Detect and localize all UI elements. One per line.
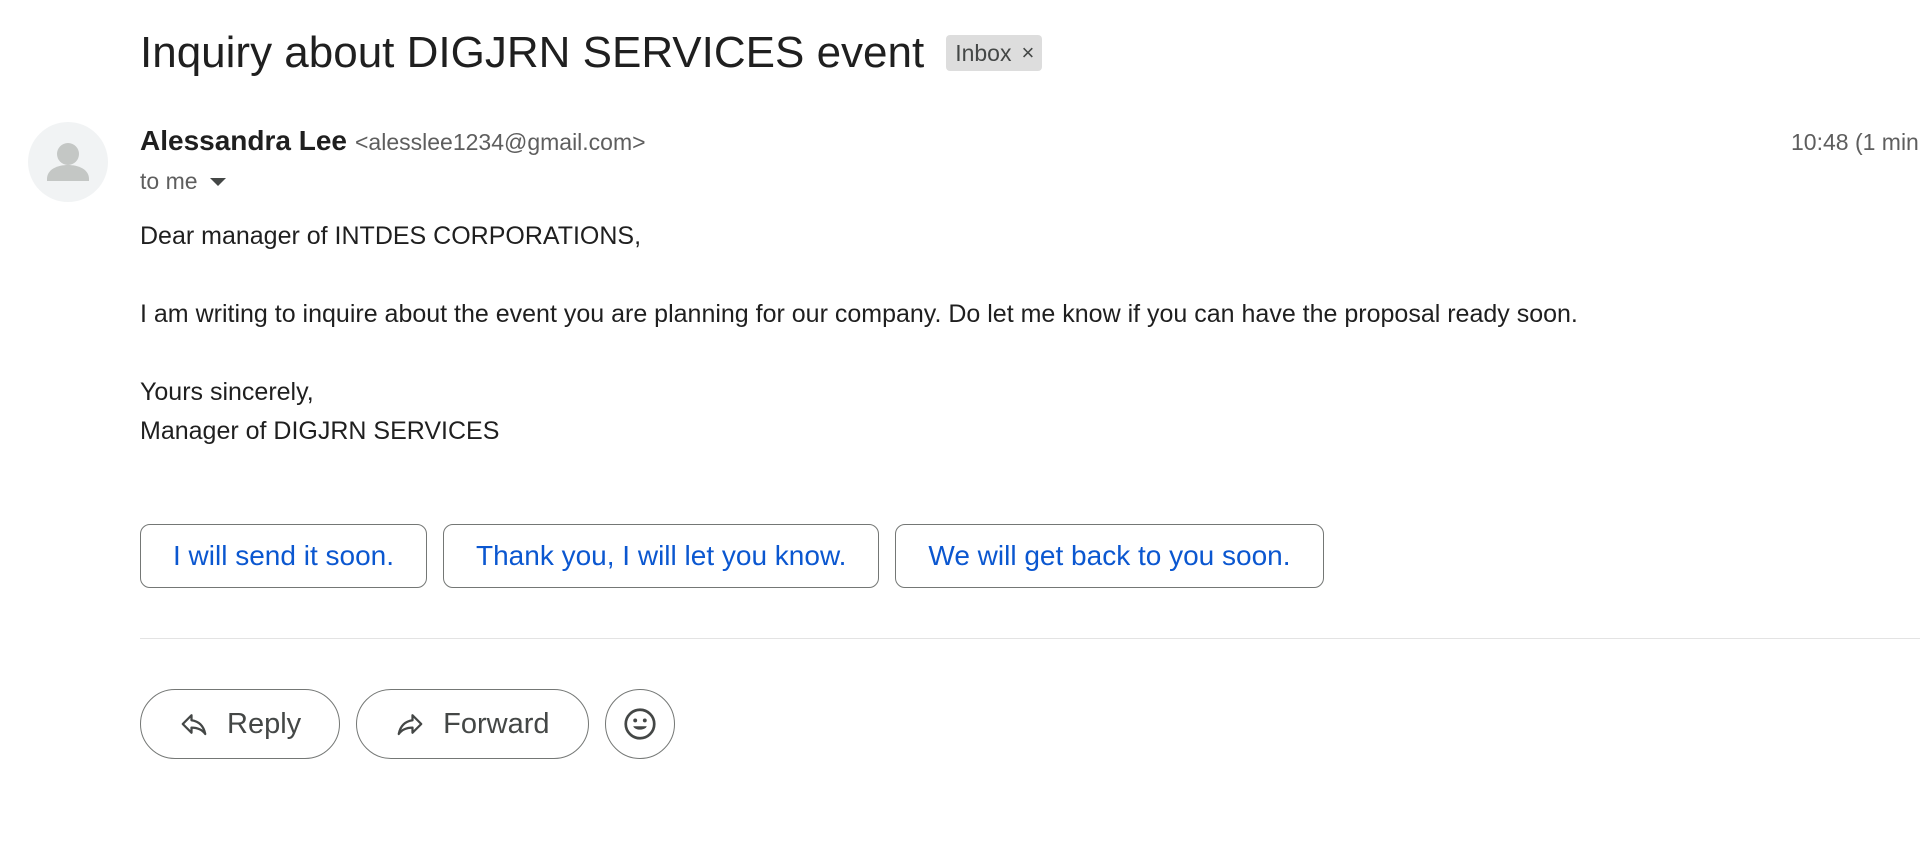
inbox-label-chip[interactable]: Inbox × [946, 35, 1043, 71]
emoji-reaction-button[interactable] [604, 689, 675, 759]
label-text: Inbox [955, 39, 1012, 66]
message-actions: Reply Forward [140, 689, 675, 759]
reply-button[interactable]: Reply [140, 689, 341, 759]
sender-row: Alessandra Lee <alesslee1234@gmail.com> [140, 125, 646, 157]
sender-name[interactable]: Alessandra Lee [140, 125, 347, 157]
email-closing: Yours sincerely, [140, 378, 314, 406]
email-paragraph: I am writing to inquire about the event … [140, 300, 1578, 328]
divider [140, 638, 1920, 639]
reply-label: Reply [227, 707, 302, 740]
email-signature: Manager of DIGJRN SERVICES [140, 417, 500, 445]
smart-reply-button[interactable]: Thank you, I will let you know. [443, 524, 880, 588]
smart-reply-button[interactable]: We will get back to you soon. [895, 524, 1324, 588]
forward-icon [395, 709, 425, 739]
smart-reply-button[interactable]: I will send it soon. [140, 524, 427, 588]
email-subject: Inquiry about DIGJRN SERVICES event [140, 28, 925, 77]
chevron-down-icon[interactable] [209, 177, 226, 186]
forward-button[interactable]: Forward [356, 689, 589, 759]
recipient-details-toggle[interactable]: to me [140, 168, 226, 195]
emoji-icon [623, 708, 656, 740]
sender-avatar[interactable] [28, 122, 108, 202]
recipient-label: to me [140, 168, 198, 194]
sender-email: <alesslee1234@gmail.com> [355, 129, 646, 155]
email-greeting: Dear manager of INTDES CORPORATIONS, [140, 222, 642, 250]
smart-replies: I will send it soon. Thank you, I will l… [140, 524, 1324, 588]
subject-row: Inquiry about DIGJRN SERVICES event Inbo… [140, 28, 1043, 78]
forward-label: Forward [443, 707, 550, 740]
remove-label-icon[interactable]: × [1021, 40, 1034, 66]
person-icon [47, 143, 89, 181]
reply-icon [179, 709, 209, 739]
email-timestamp: 10:48 (1 min [1791, 129, 1919, 155]
